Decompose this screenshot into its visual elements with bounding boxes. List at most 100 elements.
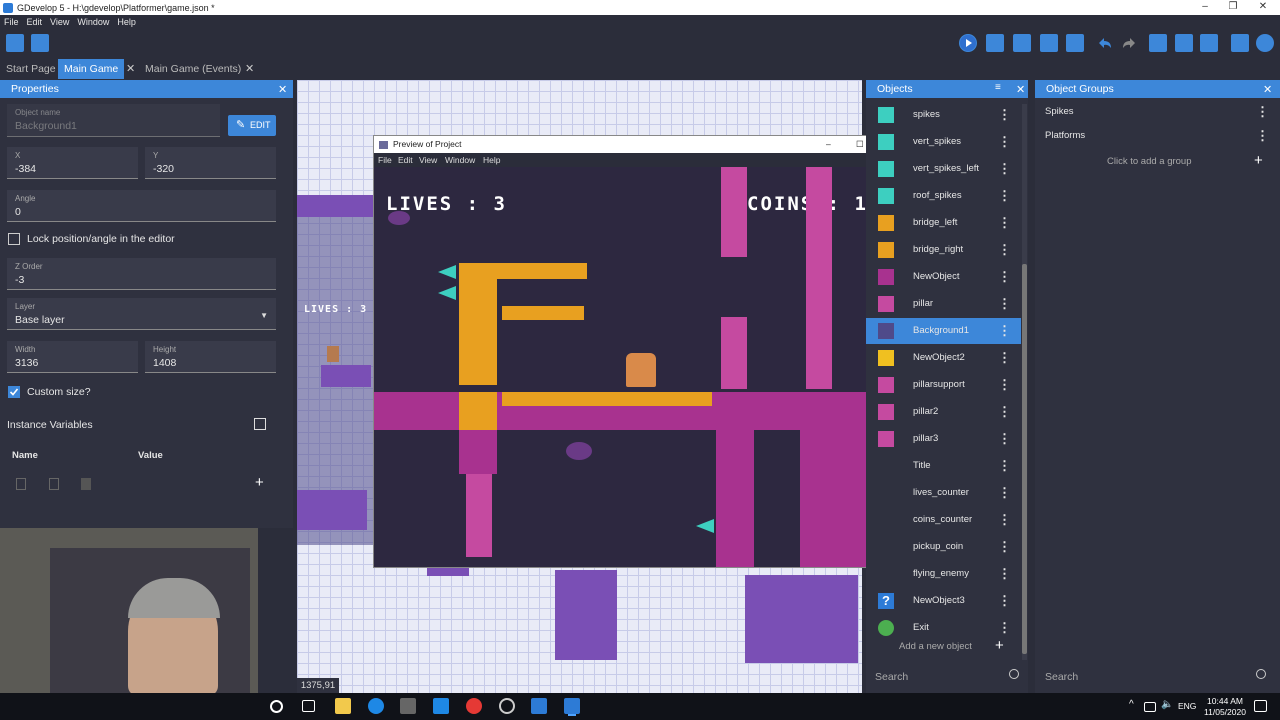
grid-icon[interactable] [1231,34,1249,52]
network-icon[interactable] [1144,702,1156,712]
object-item-pickup-coin[interactable]: pickup_coin ⋮ [866,534,1021,560]
undo-icon[interactable] [1095,34,1113,52]
redo-icon[interactable] [1121,34,1139,52]
menu-window[interactable]: Window [77,17,109,27]
player-sprite[interactable] [327,346,339,362]
search-circle-icon[interactable] [270,700,283,713]
add-variable-button[interactable]: + [255,474,264,491]
more-options-icon[interactable]: ⋮ [998,480,1011,506]
gdevelop-taskbar-icon[interactable] [531,698,547,714]
tray-chevron-up-icon[interactable]: ^ [1129,699,1134,710]
groups-panel-icon[interactable] [1040,34,1058,52]
angle-field[interactable]: Angle 0 [7,190,276,222]
more-options-icon[interactable]: ⋮ [998,264,1011,290]
window-mask-icon[interactable] [1200,34,1218,52]
more-options-icon[interactable]: ⋮ [998,399,1011,425]
object-item-bridge-left[interactable]: bridge_left ⋮ [866,210,1021,236]
menu-file[interactable]: File [4,17,19,27]
objects-search-input[interactable]: Search [875,671,908,683]
game-viewport[interactable]: LIVES : 3 COINS : 1 [374,167,906,567]
group-item-spikes[interactable]: Spikes ⋮ [1035,100,1280,124]
groups-search-input[interactable]: Search [1045,671,1078,683]
zorder-value[interactable]: -3 [15,274,276,286]
object-item-vert-spikes[interactable]: vert_spikes ⋮ [866,129,1021,155]
preview-menu-edit[interactable]: Edit [398,153,413,167]
language-indicator[interactable]: ENG [1178,701,1196,711]
x-value[interactable]: -384 [15,163,138,175]
edge-icon[interactable] [368,698,384,714]
more-options-icon[interactable]: ⋮ [998,102,1011,128]
object-item-pillar2[interactable]: pillar2 ⋮ [866,399,1021,425]
layer-select[interactable]: Layer Base layer ▼ [7,298,276,330]
debug-icon[interactable] [986,34,1004,52]
more-options-icon[interactable]: ⋮ [998,561,1011,587]
tab-start-page[interactable]: Start Page [0,59,62,79]
scene-icon[interactable] [31,34,49,52]
preview-menu-window[interactable]: Window [445,153,475,167]
y-field[interactable]: Y -320 [145,147,276,179]
preview-menu-view[interactable]: View [419,153,437,167]
tab-main-game-events[interactable]: Main Game (Events) [139,59,247,79]
object-item-flying-enemy[interactable]: flying_enemy ⋮ [866,561,1021,587]
zorder-field[interactable]: Z Order -3 [7,258,276,290]
preview-minimize-button[interactable]: – [826,136,831,153]
more-options-icon[interactable]: ⋮ [998,183,1011,209]
custom-size-checkbox[interactable] [8,386,20,398]
object-item-title[interactable]: Title ⋮ [866,453,1021,479]
add-group-label[interactable]: Click to add a group [1107,156,1192,167]
task-view-icon[interactable] [302,700,315,712]
object-item-pillar3[interactable]: pillar3 ⋮ [866,426,1021,452]
more-options-icon[interactable]: ⋮ [998,453,1011,479]
group-item-platforms[interactable]: Platforms ⋮ [1035,124,1280,148]
mail-icon[interactable] [433,698,449,714]
object-item-spikes[interactable]: spikes ⋮ [866,102,1021,128]
instances-list-icon[interactable] [1149,34,1167,52]
notifications-icon[interactable] [1254,700,1267,712]
scene-lives-label[interactable]: LIVES : 3 [304,304,367,315]
chrome-icon[interactable] [466,698,482,714]
object-item-newobject3[interactable]: ? NewObject3 ⋮ [866,588,1021,614]
preview-menu-help[interactable]: Help [483,153,500,167]
paste-icon[interactable] [49,478,59,490]
more-options-icon[interactable]: ⋮ [1256,100,1269,124]
more-options-icon[interactable]: ⋮ [1256,124,1269,148]
object-item-lives-counter[interactable]: lives_counter ⋮ [866,480,1021,506]
height-value[interactable]: 1408 [153,357,276,369]
more-options-icon[interactable]: ⋮ [998,372,1011,398]
more-options-icon[interactable]: ⋮ [998,129,1011,155]
object-item-bridge-right[interactable]: bridge_right ⋮ [866,237,1021,263]
y-value[interactable]: -320 [153,163,276,175]
groups-close-icon[interactable]: ✕ [1263,83,1272,96]
object-item-newobject[interactable]: NewObject ⋮ [866,264,1021,290]
tab-main-game[interactable]: Main Game [58,59,125,79]
volume-icon[interactable]: 🔈 [1161,699,1173,710]
layers-icon[interactable] [1175,34,1193,52]
tab-main-game-close-icon[interactable]: ✕ [126,59,135,79]
properties-close-icon[interactable]: ✕ [278,83,287,96]
object-item-roof-spikes[interactable]: roof_spikes ⋮ [866,183,1021,209]
obs-icon[interactable] [499,698,515,714]
clock-date[interactable]: 11/05/2020 [1201,707,1249,717]
object-item-pillarsupport[interactable]: pillarsupport ⋮ [866,372,1021,398]
add-group-button[interactable]: + [1254,152,1263,169]
more-options-icon[interactable]: ⋮ [998,588,1011,614]
more-options-icon[interactable]: ⋮ [998,156,1011,182]
properties-panel-icon[interactable] [1066,34,1084,52]
width-value[interactable]: 3136 [15,357,138,369]
more-options-icon[interactable]: ⋮ [998,318,1011,344]
x-field[interactable]: X -384 [7,147,138,179]
objects-scrollbar[interactable] [1022,104,1027,660]
add-object-label[interactable]: Add a new object [899,641,972,652]
object-item-vert-spikes-left[interactable]: vert_spikes_left ⋮ [866,156,1021,182]
preview-maximize-button[interactable]: ☐ [856,136,864,153]
more-options-icon[interactable]: ⋮ [998,345,1011,371]
tab-events-close-icon[interactable]: ✕ [245,59,254,79]
filter-icon[interactable]: ≡ [995,82,1001,93]
delete-icon[interactable] [81,478,91,490]
maximize-button[interactable]: ❐ [1218,0,1248,15]
add-object-button[interactable]: + [995,637,1004,654]
menu-view[interactable]: View [50,17,69,27]
menu-edit[interactable]: Edit [27,17,43,27]
object-item-background1[interactable]: Background1 ⋮ [866,318,1021,344]
more-options-icon[interactable]: ⋮ [998,426,1011,452]
